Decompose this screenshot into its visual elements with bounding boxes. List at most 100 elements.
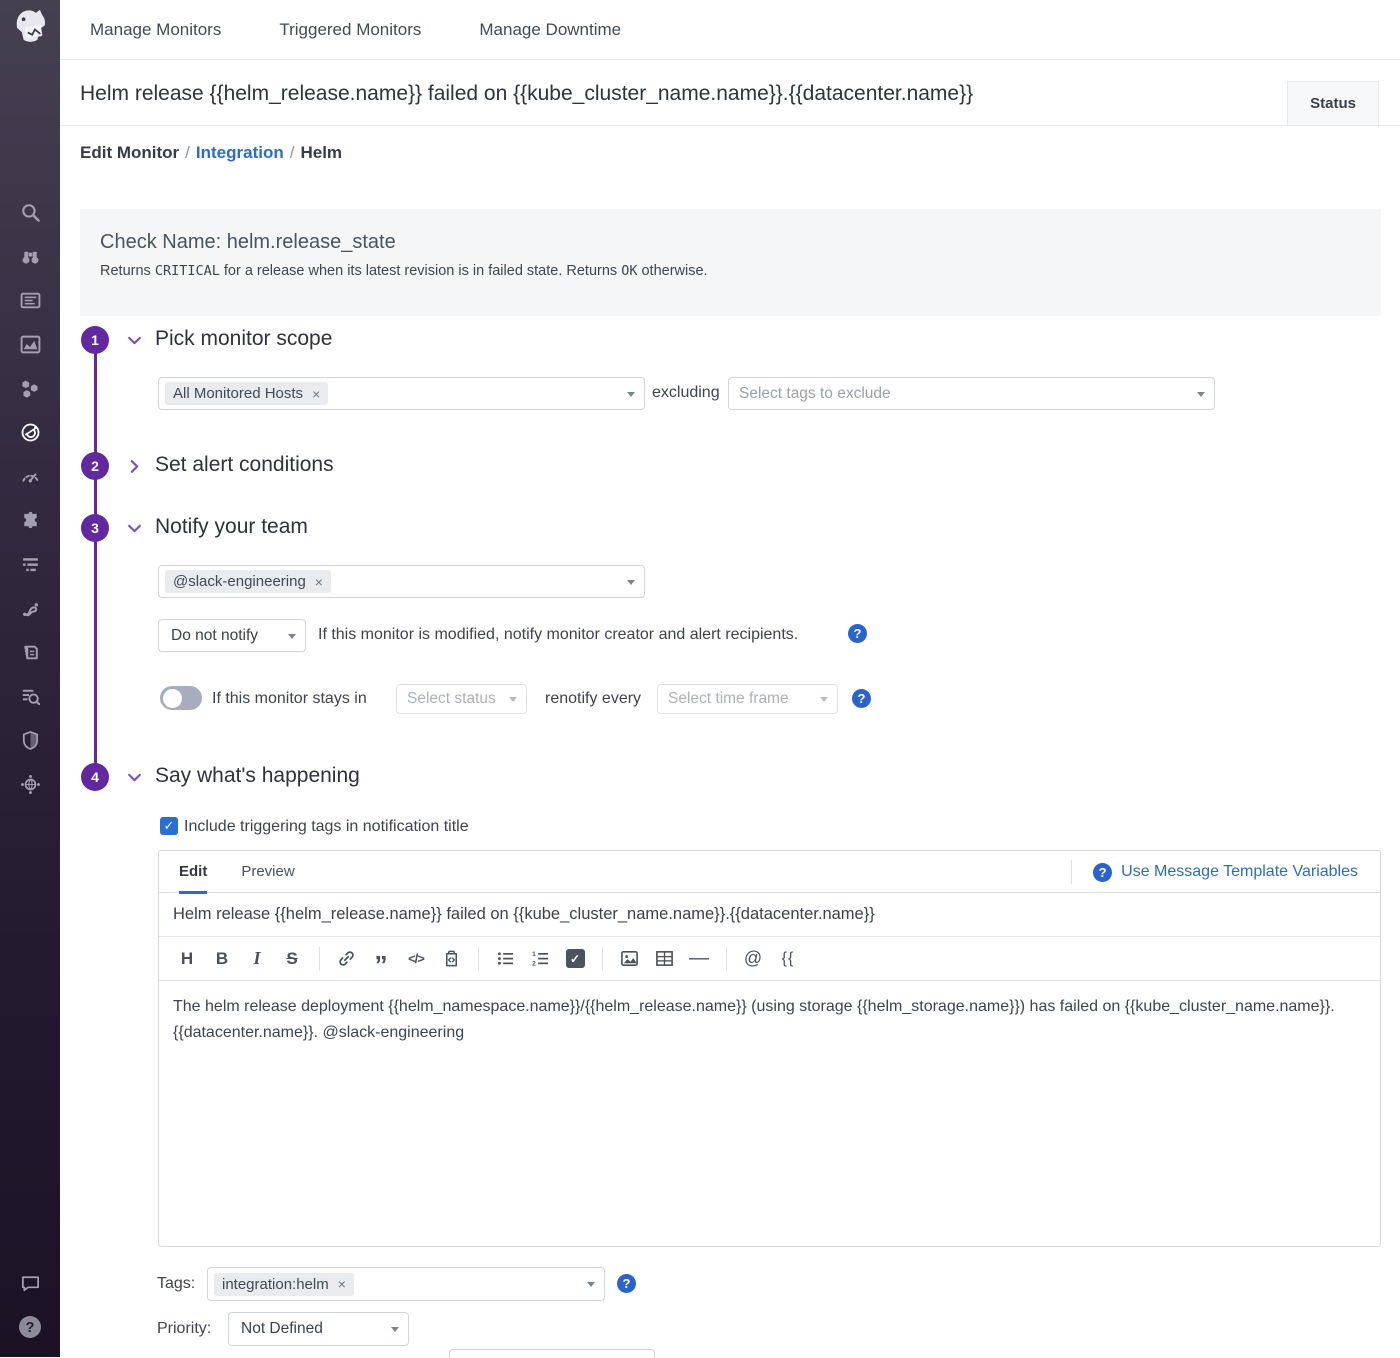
template-variables-link[interactable]: ? Use Message Template Variables <box>1071 851 1358 893</box>
security-icon[interactable] <box>0 718 60 762</box>
chevron-down-icon[interactable] <box>126 769 143 786</box>
strikethrough-button[interactable]: S <box>282 946 302 972</box>
step-1-title[interactable]: Pick monitor scope <box>155 327 332 351</box>
link-button[interactable] <box>336 946 356 972</box>
caret-down-icon <box>820 697 828 702</box>
monitor-title: Helm release {{helm_release.name}} faile… <box>80 82 973 106</box>
step-2-title[interactable]: Set alert conditions <box>155 453 334 477</box>
sidebar-bottom: ? <box>0 1261 60 1349</box>
monitors-icon[interactable] <box>0 410 60 454</box>
template-variable-button[interactable]: {{ <box>778 946 798 972</box>
dashboards-icon[interactable] <box>0 278 60 322</box>
editor-header: Edit Preview ? Use Message Template Vari… <box>159 851 1380 893</box>
datadog-logo-icon[interactable] <box>9 7 51 53</box>
italic-button[interactable]: I <box>247 946 267 972</box>
title-bar: Helm release {{helm_release.name}} faile… <box>60 60 1400 126</box>
notification-title-input[interactable]: Helm release {{helm_release.name}} faile… <box>159 893 1380 937</box>
breadcrumb-category-link[interactable]: Integration <box>196 143 284 162</box>
divider <box>319 947 320 971</box>
horizontal-rule-button[interactable]: — <box>689 946 709 972</box>
image-button[interactable] <box>619 946 639 972</box>
tags-select[interactable]: integration:helm× <box>207 1267 605 1301</box>
ok-status-text: OK <box>621 263 637 279</box>
code-button[interactable]: </> <box>406 946 426 972</box>
metrics-icon[interactable] <box>0 322 60 366</box>
breadcrumb-section: Edit Monitor <box>80 143 179 162</box>
nav-manage-monitors[interactable]: Manage Monitors <box>90 20 221 40</box>
breadcrumb: Edit Monitor/Integration/Helm <box>80 143 342 163</box>
tags-label: Tags: <box>157 1275 195 1293</box>
timeframe-select[interactable]: Select time frame <box>657 684 838 714</box>
status-button[interactable]: Status <box>1287 81 1379 125</box>
svg-text:2: 2 <box>532 961 536 968</box>
tab-edit[interactable]: Edit <box>179 851 207 893</box>
priority-select[interactable]: Not Defined <box>228 1312 409 1346</box>
nav-triggered-monitors[interactable]: Triggered Monitors <box>279 20 421 40</box>
log-search-icon[interactable] <box>0 674 60 718</box>
editor-toolbar: H B I S ” </> 12 ✓ — @ {{ <box>159 937 1380 981</box>
heading-button[interactable]: H <box>177 946 197 972</box>
table-button[interactable] <box>654 946 674 972</box>
quote-button[interactable]: ” <box>371 946 391 972</box>
integrations-icon[interactable] <box>0 498 60 542</box>
remove-tag-icon[interactable]: × <box>338 1276 346 1292</box>
nav-manage-downtime[interactable]: Manage Downtime <box>479 20 621 40</box>
mention-button[interactable]: @ <box>743 946 763 972</box>
traces-icon[interactable] <box>0 542 60 586</box>
renotify-toggle[interactable] <box>160 686 202 710</box>
chat-feedback-icon[interactable] <box>0 1261 60 1305</box>
processes-icon[interactable] <box>0 366 60 410</box>
notify-chip: @slack-engineering× <box>165 570 331 593</box>
include-tags-checkbox[interactable]: ✓ <box>160 817 178 835</box>
message-body-textarea[interactable]: The helm release deployment {{helm_names… <box>159 981 1380 1247</box>
question-circle-icon[interactable]: ? <box>848 624 867 643</box>
question-circle-icon[interactable]: ? <box>852 689 871 708</box>
question-circle-icon: ? <box>1093 863 1112 882</box>
sidebar: ? <box>0 0 60 1357</box>
question-circle-icon[interactable]: ? <box>617 1274 636 1293</box>
service-map-icon[interactable] <box>0 586 60 630</box>
notify-team-select[interactable]: @slack-engineering× <box>158 565 645 598</box>
monitor-scope-select[interactable]: All Monitored Hosts× <box>158 377 645 410</box>
ordered-list-button[interactable]: 12 <box>530 946 550 972</box>
tags-chip: integration:helm× <box>214 1273 354 1296</box>
status-select[interactable]: Select status <box>396 684 527 714</box>
synthetics-icon[interactable] <box>0 762 60 806</box>
divider <box>602 947 603 971</box>
modify-notify-text: If this monitor is modified, notify moni… <box>318 626 798 644</box>
exclude-tags-select[interactable]: Select tags to exclude <box>728 377 1215 410</box>
watchdog-icon[interactable] <box>0 234 60 278</box>
stays-in-label: If this monitor stays in <box>212 690 367 708</box>
step-3-badge: 3 <box>81 514 109 542</box>
step-4-title[interactable]: Say what's happening <box>155 764 360 788</box>
step-2-badge: 2 <box>81 452 109 480</box>
chevron-down-icon[interactable] <box>126 332 143 349</box>
excluding-label: excluding <box>652 384 720 402</box>
remove-tag-icon[interactable]: × <box>312 386 320 402</box>
caret-down-icon <box>587 1282 595 1287</box>
divider <box>1071 860 1072 884</box>
chevron-right-icon[interactable] <box>126 458 143 475</box>
notebooks-icon[interactable] <box>0 630 60 674</box>
chevron-down-icon[interactable] <box>126 520 143 537</box>
priority-label: Priority: <box>157 1320 211 1338</box>
modify-notify-select[interactable]: Do not notify <box>158 619 306 652</box>
top-nav: Manage Monitors Triggered Monitors Manag… <box>60 0 1400 60</box>
help-icon[interactable]: ? <box>0 1305 60 1349</box>
svg-text:1: 1 <box>532 951 536 958</box>
divider <box>478 947 479 971</box>
tab-preview[interactable]: Preview <box>241 851 294 893</box>
bold-button[interactable]: B <box>212 946 232 972</box>
scope-tag-chip: All Monitored Hosts× <box>165 382 328 405</box>
step-3-title[interactable]: Notify your team <box>155 515 308 539</box>
bullet-list-button[interactable] <box>495 946 515 972</box>
include-tags-label[interactable]: Include triggering tags in notification … <box>184 818 469 836</box>
code-block-button[interactable] <box>441 946 461 972</box>
caret-down-icon <box>627 392 635 397</box>
remove-tag-icon[interactable]: × <box>315 574 323 590</box>
metrics-gauge-icon[interactable] <box>0 454 60 498</box>
check-name: Check Name: helm.release_state <box>100 231 1361 254</box>
task-list-button[interactable]: ✓ <box>565 946 585 972</box>
search-icon[interactable] <box>0 190 60 234</box>
sidebar-nav <box>0 190 60 806</box>
